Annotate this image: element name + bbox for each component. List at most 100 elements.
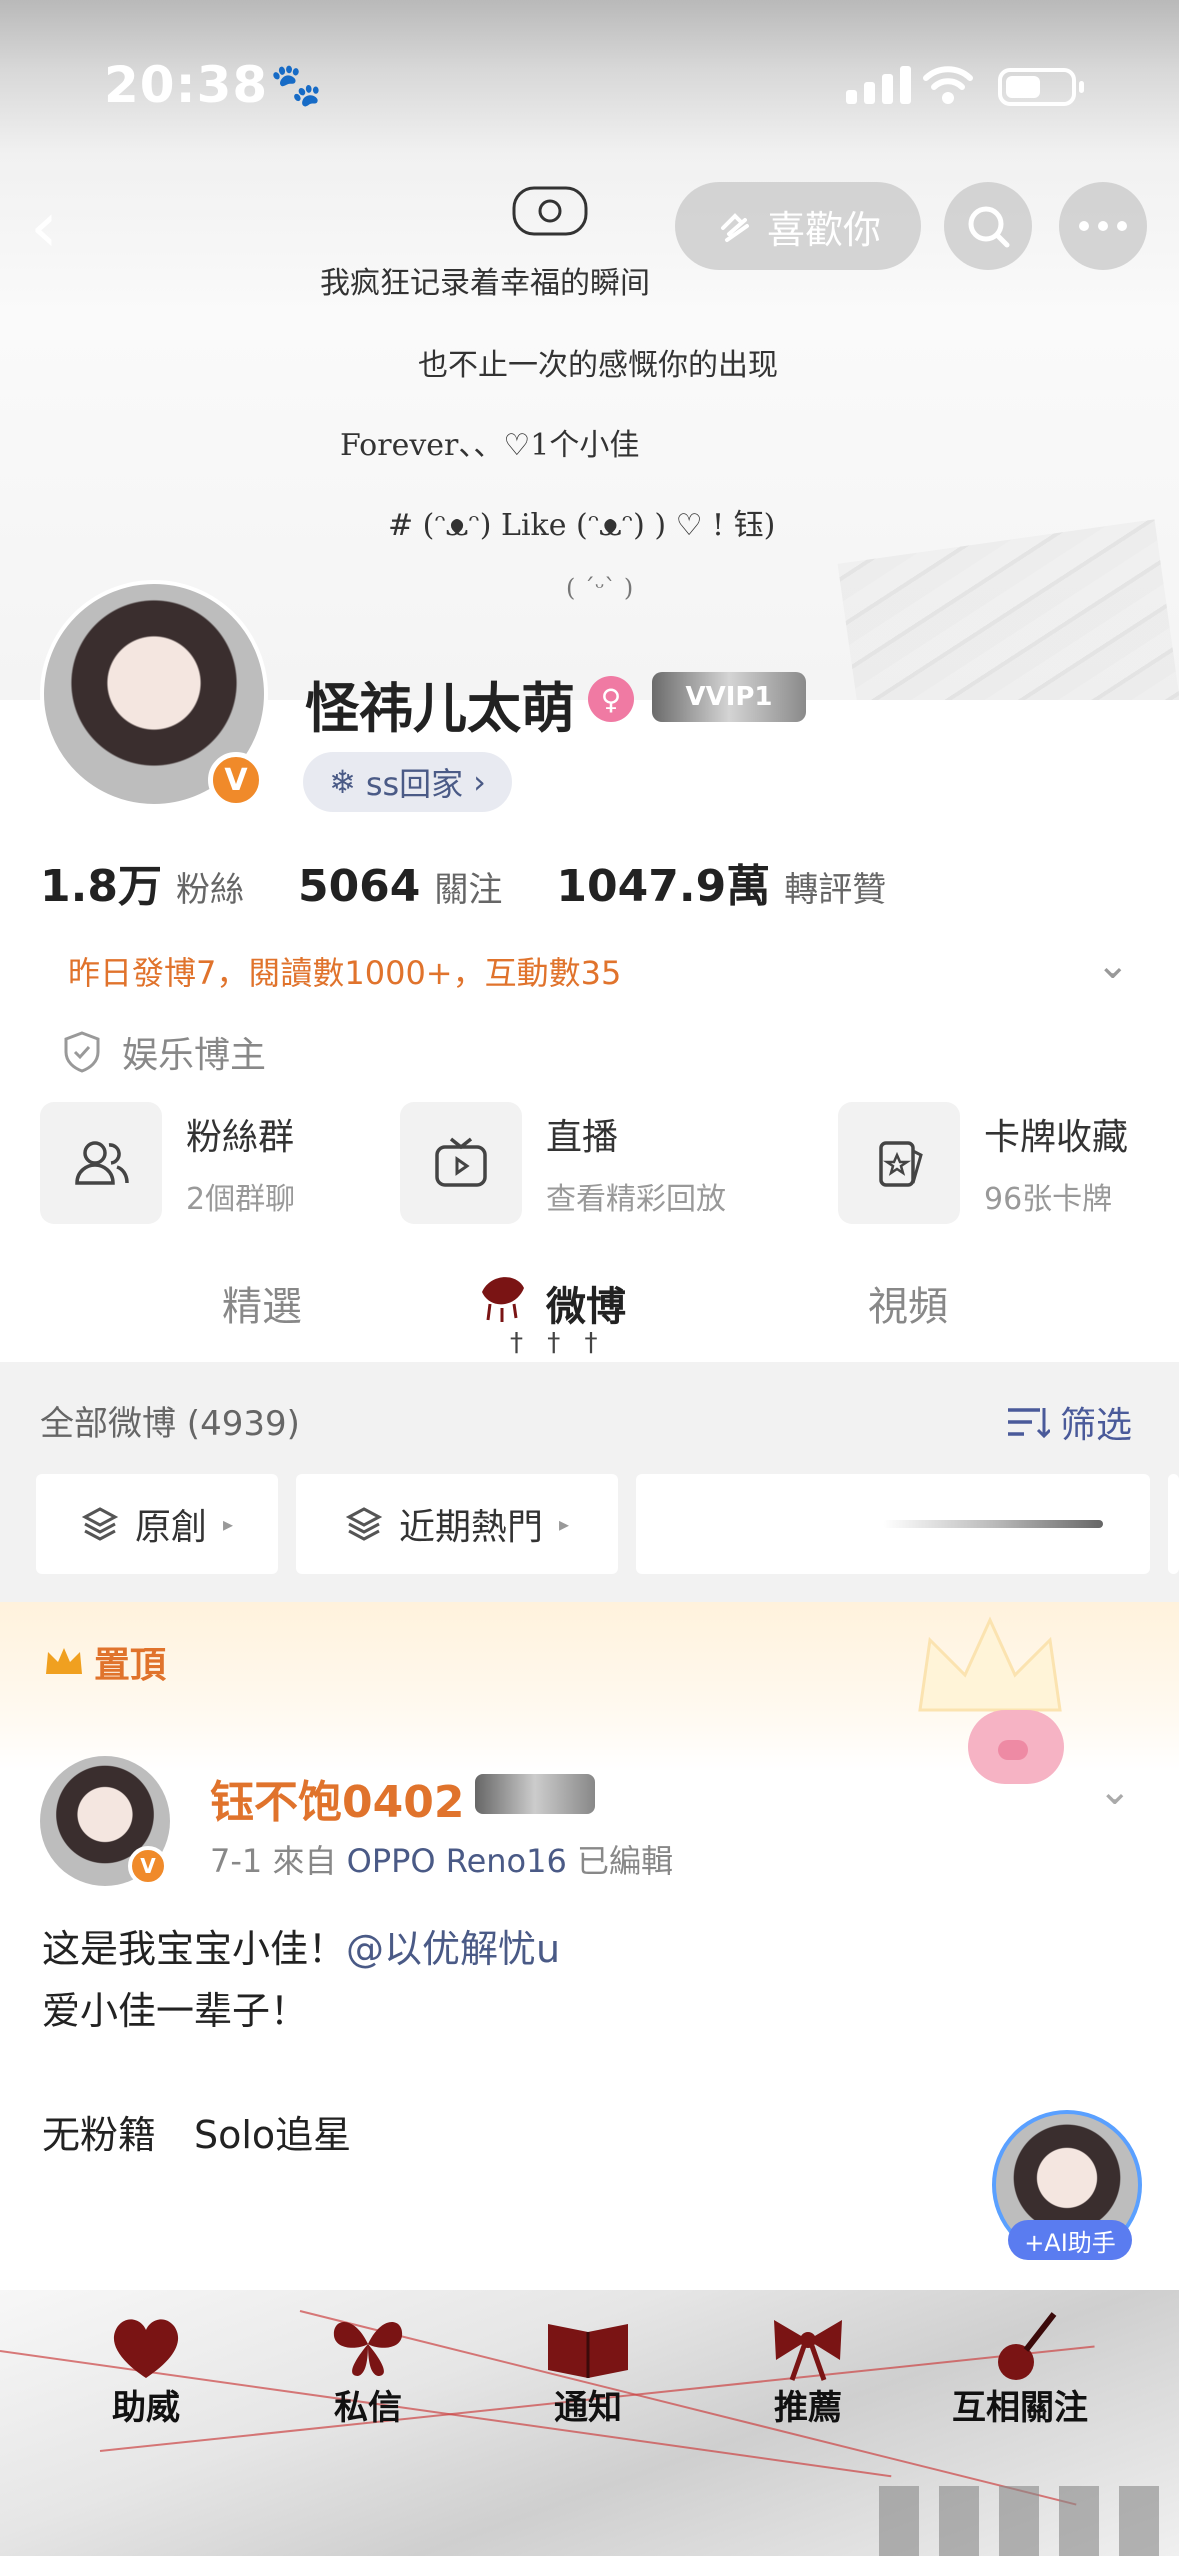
post-mention-link[interactable]: @以优解忧u <box>346 1927 560 1971</box>
chip-recent-hot-label: 近期熱門 <box>398 1507 543 1548</box>
verified-badge-icon: V <box>208 752 264 808</box>
filter-label: 筛选 <box>1060 1405 1133 1446</box>
chevron-right-icon: › <box>473 763 486 801</box>
nav-mutual-follow[interactable]: 互相關注 <box>952 2290 1088 2450</box>
banner-handwriting-1: 我疯狂记录着幸福的瞬间 <box>320 266 650 301</box>
pinned-label: 置頂 <box>42 1636 166 1688</box>
tab-weibo[interactable]: 微博 <box>546 1274 626 1332</box>
battery-icon <box>998 68 1084 106</box>
chip-placeholder[interactable] <box>636 1474 1150 1574</box>
book-icon <box>548 2324 628 2378</box>
wifi-icon <box>923 66 973 104</box>
banner-handwriting-2: 也不止一次的感慨你的出现 <box>418 348 778 383</box>
post-device[interactable]: OPPO Reno16 <box>347 1842 567 1880</box>
nav-notifications[interactable]: 通知 <box>538 2290 638 2450</box>
chip-overflow[interactable] <box>1168 1474 1179 1574</box>
pig-sticker <box>968 1710 1064 1784</box>
stat-following[interactable]: 5064 關注 <box>298 861 502 912</box>
lips-decoration-icon <box>482 1277 524 1322</box>
post-author-name[interactable]: 钰不饱0402 <box>210 1766 464 1830</box>
card-star-icon <box>838 1102 960 1224</box>
post-meta: 7-1 來自 OPPO Reno16 已編輯 <box>210 1836 673 1882</box>
followers-count: 1.8万 <box>40 861 162 912</box>
tile-card-title: 卡牌收藏 <box>984 1117 1129 1158</box>
tile-fan-group[interactable]: 粉絲群 2個群聊 <box>40 1102 295 1224</box>
like-you-button[interactable]: 喜歡你 <box>675 182 921 270</box>
layers-icon <box>81 1507 119 1541</box>
tile-card-sub: 96张卡牌 <box>984 1182 1113 1217</box>
pinned-label-text: 置頂 <box>94 1645 167 1686</box>
vvip-badge[interactable]: VVIP1 <box>652 672 806 722</box>
search-button[interactable] <box>944 182 1032 270</box>
role-tag[interactable]: 娱乐博主 <box>62 1026 266 1078</box>
role-label: 娱乐博主 <box>122 1035 267 1076</box>
triangle-right-icon: ▸ <box>222 1512 234 1536</box>
crown-icon <box>46 1648 82 1674</box>
tv-live-icon <box>400 1102 522 1224</box>
chain-decoration <box>879 2486 1179 2556</box>
tab-featured[interactable]: 精選 <box>222 1274 302 1332</box>
bottom-nav-bar: 助威 私信 通知 推薦 互相關注 <box>0 2290 1179 2556</box>
paw-icon: 🐾 <box>270 60 323 109</box>
hand-heart-icon <box>720 213 749 242</box>
banner-handwriting-4: # (ᵔᴥᵔ) Like (ᵔᴥᵔ) ) ♡ ! 钰) <box>388 508 776 543</box>
fan-group-chip[interactable]: ❄ ss回家 › <box>303 752 512 812</box>
banner-handwriting-5: ( ˊᵕˋ ) <box>566 574 634 602</box>
tab-active-indicator: † † † <box>510 1328 606 1358</box>
profile-nickname: 怪祎儿太萌 <box>305 677 575 740</box>
post-date: 7-1 <box>210 1842 263 1880</box>
tab-video[interactable]: 視頻 <box>868 1274 948 1332</box>
author-badge <box>475 1774 595 1814</box>
status-time: 20:38 <box>104 56 269 114</box>
filter-button[interactable]: 筛选 <box>1006 1396 1132 1448</box>
heart-wings-icon <box>113 2319 179 2378</box>
post-text-line1: 这是我宝宝小佳！ <box>42 1927 347 1971</box>
female-gender-icon: ♀ <box>588 676 634 722</box>
back-button[interactable]: ‹ <box>30 192 90 262</box>
post-menu-chevron-icon[interactable]: ⌄ <box>1098 1768 1132 1814</box>
tile-fan-group-sub: 2個群聊 <box>186 1182 296 1217</box>
bow-icon <box>774 2320 842 2381</box>
layers-icon <box>345 1507 383 1541</box>
daily-activity-notice[interactable]: 昨日發博7，閱讀數1000+，互動數35 <box>68 948 621 994</box>
following-count: 5064 <box>297 861 421 912</box>
more-dots-icon <box>1079 221 1127 231</box>
followers-label: 粉絲 <box>175 870 244 910</box>
verified-badge-icon: V <box>128 1846 168 1886</box>
stat-followers[interactable]: 1.8万 粉絲 <box>40 850 244 914</box>
engagement-label: 轉評贊 <box>784 870 887 910</box>
newspaper-collage <box>837 519 1179 700</box>
tile-live[interactable]: 直播 查看精彩回放 <box>400 1102 726 1224</box>
nav-recommend[interactable]: 推薦 <box>758 2290 858 2450</box>
more-button[interactable] <box>1059 182 1147 270</box>
post-edited[interactable]: 已編輯 <box>577 1842 673 1880</box>
signal-icon <box>846 66 911 104</box>
tile-card-collection[interactable]: 卡牌收藏 96张卡牌 <box>838 1102 1128 1224</box>
engagement-count: 1047.9萬 <box>556 861 771 912</box>
nav-messages[interactable]: 私信 <box>318 2290 418 2450</box>
stat-engagement[interactable]: 1047.9萬 轉評贊 <box>556 850 886 914</box>
tile-live-title: 直播 <box>546 1117 619 1158</box>
chip-original[interactable]: 原創 ▸ <box>36 1474 278 1574</box>
camera-doodle-icon <box>512 186 588 236</box>
following-label: 關注 <box>434 870 503 910</box>
guitar-icon <box>998 2312 1057 2380</box>
nav-cheer[interactable]: 助威 <box>96 2290 196 2450</box>
chip-original-label: 原創 <box>134 1507 207 1548</box>
feature-tiles: 粉絲群 2個群聊 直播 查看精彩回放 卡牌收藏 96张卡牌 <box>40 1102 1140 1224</box>
ai-assistant-label[interactable]: +AI助手 <box>1008 2220 1132 2260</box>
group-users-icon <box>40 1102 162 1224</box>
post-body: 这是我宝宝小佳！@以优解忧u 爱小佳一辈子！ 无粉籍 Solo追星 <box>42 1918 560 2166</box>
tile-fan-group-title: 粉絲群 <box>186 1117 295 1158</box>
profile-tabs: 精選 微博 † † † 視頻 <box>0 1256 1179 1362</box>
post-from: 來自 <box>272 1842 337 1880</box>
nav-mutual-follow-label: 互相關注 <box>952 2388 1088 2428</box>
banner-handwriting-3: Forever、、♡1个小佳 <box>340 428 640 463</box>
chevron-down-icon[interactable]: ⌄ <box>1096 942 1130 988</box>
gradient-line <box>883 1520 1103 1528</box>
chip-recent-hot[interactable]: 近期熱門 ▸ <box>296 1474 618 1574</box>
snowflake-icon: ❄ <box>329 763 356 801</box>
all-weibo-count: 全部微博 (4939) <box>40 1404 300 1444</box>
profile-stats: 1.8万 粉絲 5064 關注 1047.9萬 轉評贊 <box>40 850 940 914</box>
nav-cheer-label: 助威 <box>112 2388 180 2428</box>
